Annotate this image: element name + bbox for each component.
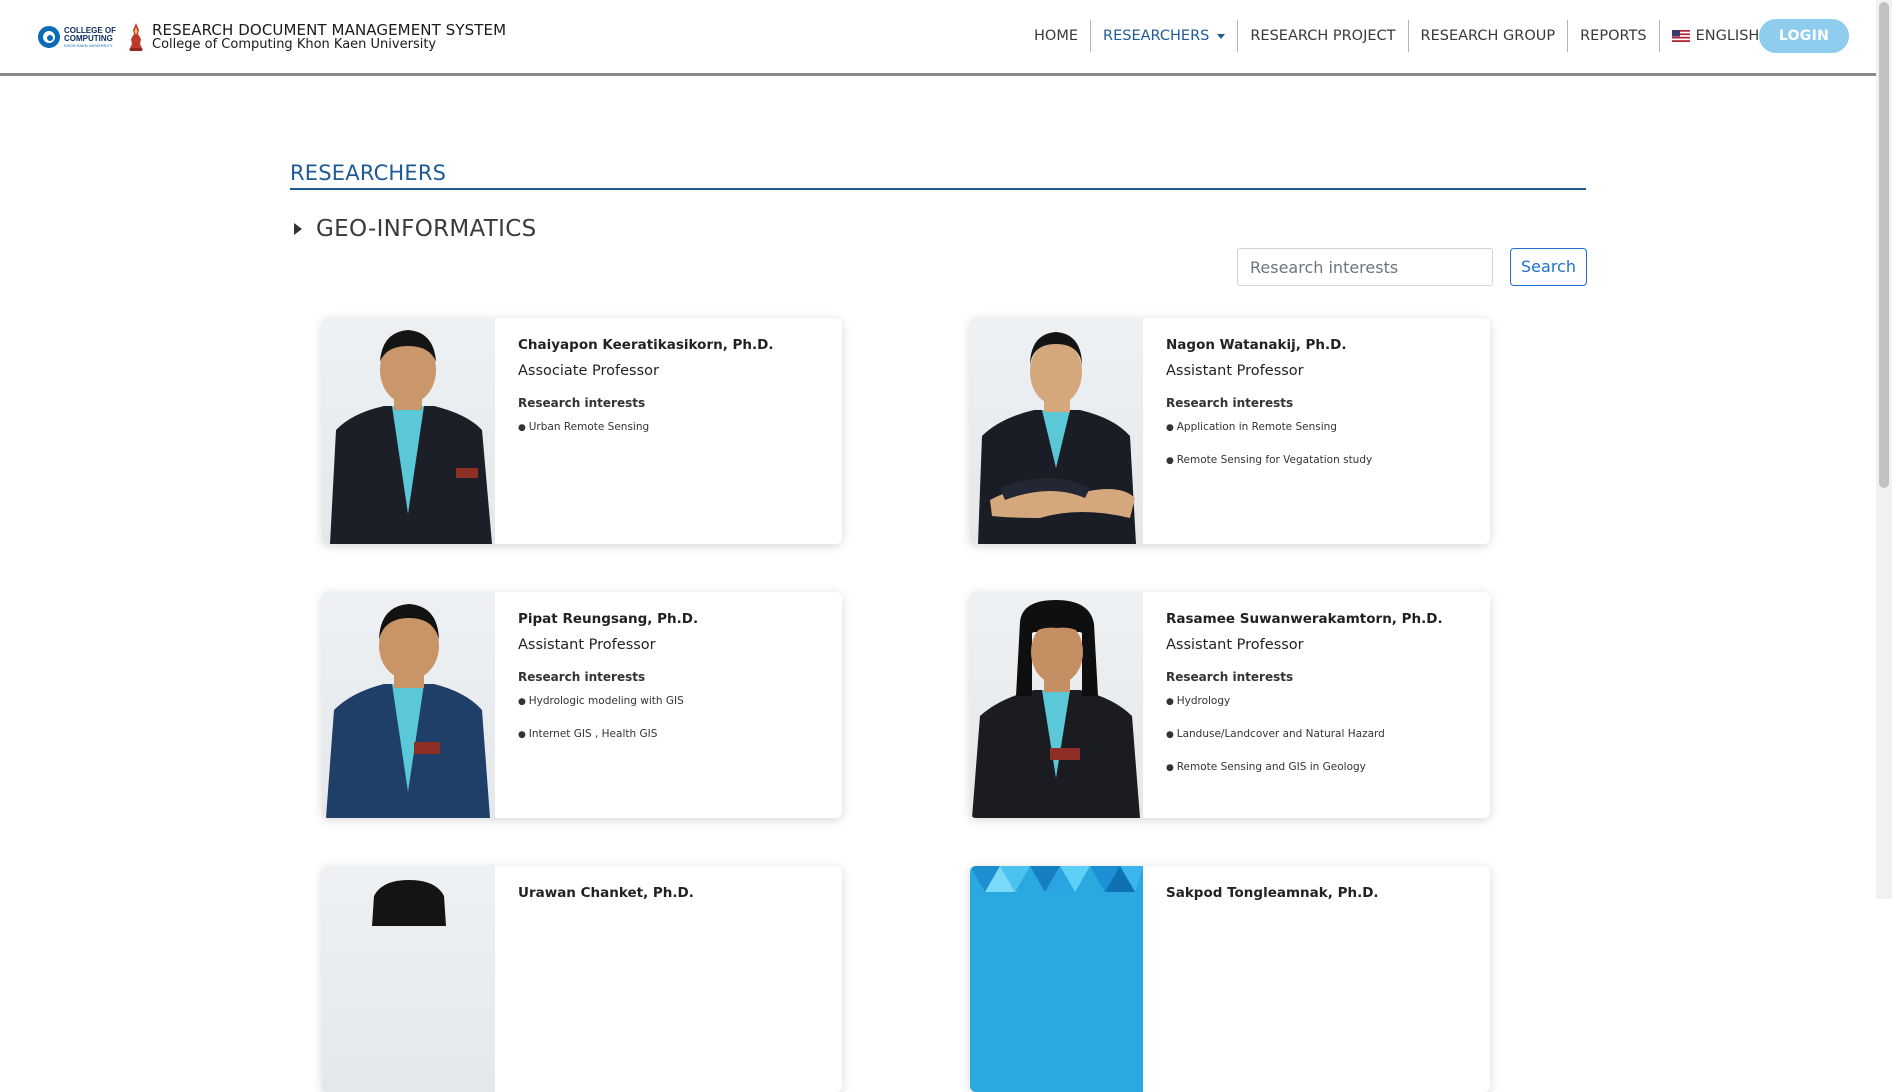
research-interests-list: Urban Remote Sensing	[518, 421, 828, 435]
nav-researchers-label: RESEARCHERS	[1103, 28, 1210, 44]
kku-seal-icon	[129, 23, 143, 51]
us-flag-icon	[1671, 30, 1690, 42]
person-portrait-icon	[978, 332, 1136, 544]
nav-research-group[interactable]: RESEARCH GROUP	[1409, 20, 1569, 52]
page-title: RESEARCHERS	[290, 158, 1586, 190]
research-interests-list: Hydrology Landuse/Landcover and Natural …	[1166, 695, 1476, 775]
researcher-name[interactable]: Sakpod Tongleamnak, Ph.D.	[1166, 884, 1476, 902]
researcher-name[interactable]: Rasamee Suwanwerakamtorn, Ph.D.	[1166, 610, 1476, 628]
researcher-card[interactable]: Sakpod Tongleamnak, Ph.D.	[970, 866, 1490, 1092]
list-item: Urban Remote Sensing	[518, 421, 828, 435]
chevron-down-icon	[1217, 33, 1226, 39]
nav-researchers[interactable]: RESEARCHERS	[1091, 20, 1239, 52]
section-toggle-geo-informatics[interactable]: GEO-INFORMATICS	[294, 216, 536, 242]
researcher-position: Assistant Professor	[1166, 363, 1304, 379]
researcher-photo	[322, 318, 495, 544]
researcher-photo	[322, 592, 495, 818]
language-label: ENGLISH	[1695, 28, 1760, 44]
researcher-card[interactable]: Nagon Watanakij, Ph.D. Assistant Profess…	[970, 318, 1490, 544]
list-item: Landuse/Landcover and Natural Hazard	[1166, 728, 1476, 742]
computing-logo-icon	[38, 26, 60, 48]
geometric-pattern-image	[970, 866, 1143, 892]
nav-reports[interactable]: REPORTS	[1568, 20, 1660, 52]
brand[interactable]: COLLEGE OF COMPUTING KHON KAEN UNIVERSIT…	[38, 19, 506, 55]
list-item: Application in Remote Sensing	[1166, 421, 1476, 435]
research-interests-list: Application in Remote Sensing Remote Sen…	[1166, 421, 1476, 468]
research-interests-label: Research interests	[518, 670, 646, 684]
list-item: Remote Sensing for Vegatation study	[1166, 454, 1476, 468]
research-interests-list: Hydrologic modeling with GIS Internet GI…	[518, 695, 828, 742]
scrollbar-thumb[interactable]	[1879, 2, 1889, 488]
main-nav: HOME RESEARCHERS RESEARCH PROJECT RESEAR…	[1022, 19, 1789, 53]
research-interests-label: Research interests	[1166, 670, 1294, 684]
person-portrait-icon	[972, 600, 1140, 818]
researcher-name[interactable]: Urawan Chanket, Ph.D.	[518, 884, 828, 902]
list-item: Internet GIS , Health GIS	[518, 728, 828, 742]
top-navbar: COLLEGE OF COMPUTING KHON KAEN UNIVERSIT…	[0, 0, 1876, 76]
researcher-photo	[322, 866, 495, 1092]
researcher-name[interactable]: Nagon Watanakij, Ph.D.	[1166, 336, 1476, 354]
college-of-computing-logo: COLLEGE OF COMPUTING KHON KAEN UNIVERSIT…	[38, 22, 122, 52]
researcher-photo	[970, 866, 1143, 1092]
list-item: Hydrologic modeling with GIS	[518, 695, 828, 709]
person-portrait-icon	[326, 604, 490, 818]
nav-research-project[interactable]: RESEARCH PROJECT	[1238, 20, 1409, 52]
search-button[interactable]: Search	[1510, 248, 1587, 286]
person-portrait-icon	[330, 330, 492, 544]
section-title: GEO-INFORMATICS	[316, 216, 537, 242]
logo-word-bottom: COMPUTING	[64, 33, 113, 43]
researcher-position: Assistant Professor	[518, 637, 656, 653]
researcher-photo	[970, 592, 1143, 818]
researcher-card[interactable]: Urawan Chanket, Ph.D.	[322, 866, 842, 1092]
researcher-position: Associate Professor	[518, 363, 659, 379]
caret-right-icon	[294, 223, 302, 235]
researcher-card[interactable]: Pipat Reungsang, Ph.D. Assistant Profess…	[322, 592, 842, 818]
researcher-card[interactable]: Chaiyapon Keeratikasikorn, Ph.D. Associa…	[322, 318, 842, 544]
app-title: RESEARCH DOCUMENT MANAGEMENT SYSTEM	[152, 21, 507, 39]
nav-home[interactable]: HOME	[1022, 20, 1091, 52]
list-item: Hydrology	[1166, 695, 1476, 709]
research-interests-search-input[interactable]	[1237, 248, 1493, 286]
research-interests-label: Research interests	[518, 396, 646, 410]
researcher-photo	[970, 318, 1143, 544]
person-portrait-icon	[372, 880, 446, 926]
researcher-position: Assistant Professor	[1166, 637, 1304, 653]
researcher-card[interactable]: Rasamee Suwanwerakamtorn, Ph.D. Assistan…	[970, 592, 1490, 818]
researcher-name[interactable]: Chaiyapon Keeratikasikorn, Ph.D.	[518, 336, 828, 354]
list-item: Remote Sensing and GIS in Geology	[1166, 761, 1476, 775]
page-scrollbar[interactable]	[1876, 0, 1892, 899]
app-subtitle: College of Computing Khon Kaen Universit…	[152, 37, 437, 52]
login-button[interactable]: LOGIN	[1759, 19, 1849, 53]
research-interests-label: Research interests	[1166, 396, 1294, 410]
logo-word-sub: KHON KAEN UNIVERSITY	[64, 42, 113, 48]
researcher-name[interactable]: Pipat Reungsang, Ph.D.	[518, 610, 828, 628]
